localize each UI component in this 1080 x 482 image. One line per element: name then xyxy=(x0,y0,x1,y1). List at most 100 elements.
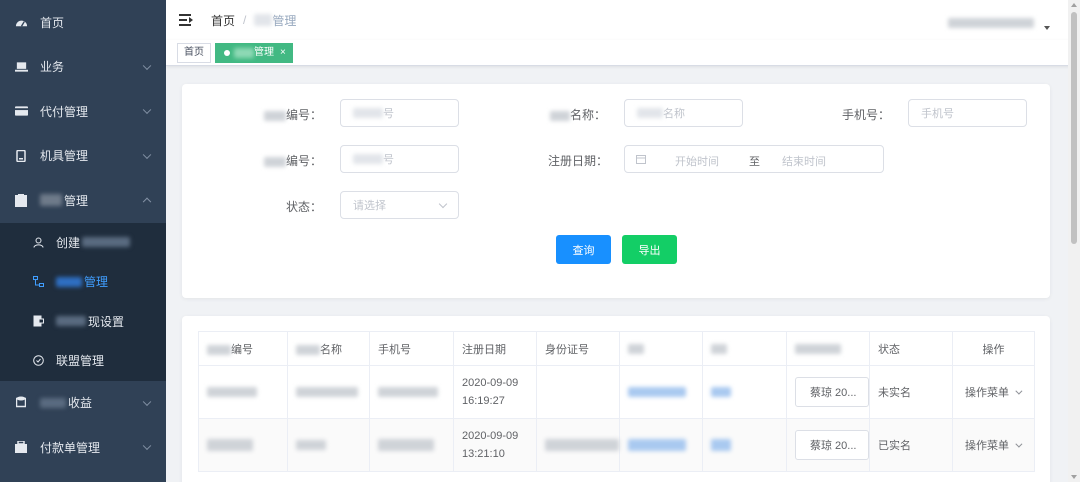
sidebar-item-earnings[interactable]: 收益 xyxy=(0,381,166,426)
shield-icon xyxy=(32,355,44,367)
page-scrollbar[interactable] xyxy=(1068,0,1080,482)
cell-redacted-2 xyxy=(702,365,787,419)
caret-down-icon xyxy=(1044,26,1050,30)
col-status: 状态 xyxy=(869,331,953,366)
cell-redacted-1 xyxy=(619,418,703,472)
redacted-text xyxy=(56,316,86,327)
receipt-icon xyxy=(14,440,28,454)
filter-label-status: 状态： xyxy=(285,200,322,214)
action-menu-dropdown[interactable]: 操作菜单 xyxy=(965,384,1026,400)
dashboard-icon xyxy=(14,15,28,29)
status-placeholder: 请选择 xyxy=(353,200,386,212)
cell-id-card xyxy=(536,365,620,419)
table-row: 2020-09-09 16:19:27 蔡琼 20... 未实名 操作菜单 xyxy=(198,365,1035,419)
filter-label-number-2: 编号： xyxy=(262,152,322,169)
redacted-text xyxy=(40,194,62,207)
phone-input[interactable]: 手机号 xyxy=(908,99,1027,127)
breadcrumb-separator: / xyxy=(243,13,247,27)
breadcrumb: 首页 / 管理 xyxy=(211,12,296,29)
date-range-picker[interactable]: 开始时间 至 结束时间 xyxy=(624,145,884,173)
redacted-text xyxy=(254,14,273,26)
number-input-2[interactable]: 号 xyxy=(340,145,459,173)
cell-id-card xyxy=(536,418,620,472)
export-button[interactable]: 导出 xyxy=(622,235,677,264)
person-button[interactable]: 蔡琼 20... xyxy=(795,377,869,407)
filter-label-phone: 手机号： xyxy=(841,108,890,122)
submenu-item-alliance[interactable]: 联盟管理 xyxy=(0,341,166,381)
user-dropdown[interactable] xyxy=(948,16,1050,30)
redacted-text xyxy=(296,440,326,451)
submenu-item-withdraw[interactable]: 现设置 xyxy=(0,302,166,342)
redacted-text xyxy=(263,156,286,167)
submenu-item-manage[interactable]: 管理 xyxy=(0,262,166,302)
date-end[interactable]: 结束时间 xyxy=(782,153,826,169)
submenu: 创建 管理 现设置 联盟管理 xyxy=(0,222,166,381)
cell-status: 未实名 xyxy=(869,365,953,419)
redacted-text xyxy=(207,344,231,355)
submenu-item-label: 联盟管理 xyxy=(56,354,105,369)
sidebar-item-home[interactable]: 首页 xyxy=(0,0,166,45)
close-icon[interactable]: × xyxy=(280,44,286,62)
filter-label-register-date: 注册日期： xyxy=(547,154,608,168)
sidebar-item-label: 付款单管理 xyxy=(40,440,101,455)
folder-icon xyxy=(14,193,28,207)
chevron-down-icon xyxy=(438,199,448,209)
chevron-up-icon xyxy=(142,197,152,207)
redacted-text xyxy=(711,439,731,452)
person-button[interactable]: 蔡琼 20... xyxy=(795,430,869,460)
date-start[interactable]: 开始时间 xyxy=(675,153,719,169)
hamburger-icon[interactable] xyxy=(179,14,193,26)
col-actions: 操作 xyxy=(952,331,1035,366)
scrollbar-thumb[interactable] xyxy=(1071,12,1077,244)
sidebar-item-device[interactable]: 机具管理 xyxy=(0,134,166,179)
sidebar-item-label: 收益 xyxy=(68,396,93,411)
number-input[interactable]: 号 xyxy=(340,99,459,127)
redacted-text xyxy=(353,154,383,164)
cell-number xyxy=(198,365,288,419)
sidebar-item-payment[interactable]: 代付管理 xyxy=(0,89,166,134)
sidebar-item-management[interactable]: 管理 xyxy=(0,178,166,223)
sidebar-item-label: 首页 xyxy=(40,15,65,30)
breadcrumb-home[interactable]: 首页 xyxy=(211,12,235,29)
breadcrumb-current: 管理 xyxy=(272,13,297,28)
cell-phone xyxy=(369,365,454,419)
redacted-text xyxy=(56,276,82,287)
table-row: 2020-09-09 13:21:10 蔡琼 20... 已实名 操作菜单 xyxy=(198,418,1035,472)
submenu-item-label: 管理 xyxy=(84,275,109,290)
redacted-text xyxy=(353,108,383,118)
status-select[interactable]: 请选择 xyxy=(340,191,459,219)
submenu-item-label: 创建 xyxy=(56,235,81,250)
scroll-down-icon[interactable] xyxy=(1071,475,1077,479)
redacted-text xyxy=(628,439,686,452)
chevron-down-icon xyxy=(142,150,152,159)
table-card: 编号 名称 手机号 注册日期 身份证号 状态 操作 2020-09-09 16:1… xyxy=(182,316,1050,482)
redacted-text xyxy=(711,387,731,398)
chevron-down-icon xyxy=(142,441,152,451)
submenu-item-create[interactable]: 创建 xyxy=(0,223,166,263)
chevron-down-icon xyxy=(142,397,152,406)
redacted-text xyxy=(207,439,253,452)
sidebar-item-receipt[interactable]: 付款单管理 xyxy=(0,425,166,470)
sidebar-item-label: 业务 xyxy=(40,60,65,75)
tag-management[interactable]: 管理 × xyxy=(215,42,293,63)
tag-label: 管理 xyxy=(254,46,274,58)
cell-name xyxy=(287,418,370,472)
coins-icon xyxy=(14,396,28,410)
query-button[interactable]: 查询 xyxy=(556,235,611,264)
chevron-down-icon xyxy=(1015,440,1023,448)
card-icon xyxy=(14,104,28,118)
redacted-text xyxy=(296,344,320,355)
redacted-text xyxy=(40,397,66,408)
navbar: 首页 / 管理 xyxy=(166,0,1080,40)
scroll-up-icon[interactable] xyxy=(1071,3,1077,7)
name-input[interactable]: 名称 xyxy=(624,99,743,127)
sidebar-item-business[interactable]: 业务 xyxy=(0,45,166,90)
active-dot-icon xyxy=(224,49,230,56)
col-name: 名称 xyxy=(287,331,370,366)
withdraw-icon xyxy=(32,315,44,327)
tag-home[interactable]: 首页 xyxy=(177,42,211,63)
col-redacted-3 xyxy=(786,331,870,366)
action-menu-dropdown[interactable]: 操作菜单 xyxy=(965,437,1026,453)
redacted-text xyxy=(711,343,727,354)
submenu-item-label: 现设置 xyxy=(88,314,125,329)
